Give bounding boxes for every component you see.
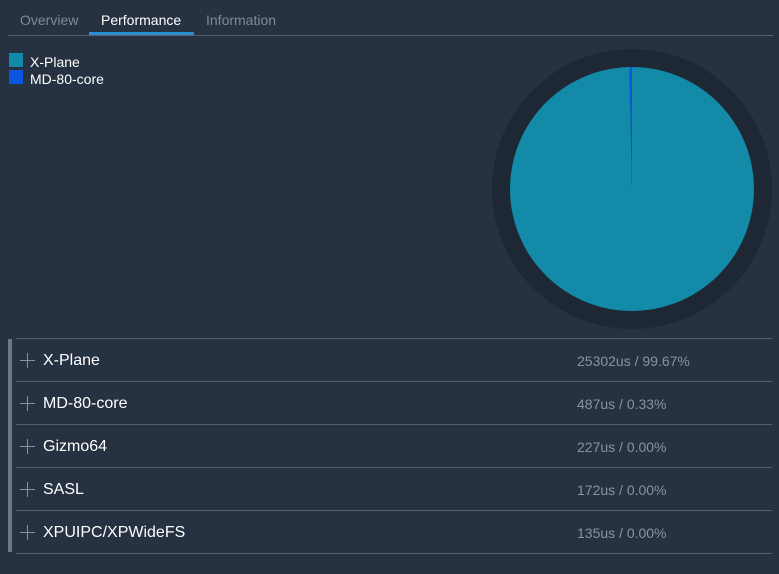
row-stat: 487us / 0.33%	[577, 396, 667, 412]
table-row[interactable]: X-Plane 25302us / 99.67%	[16, 338, 772, 381]
row-name: MD-80-core	[43, 395, 128, 412]
pie-chart	[492, 49, 772, 329]
row-name: X-Plane	[43, 352, 100, 369]
table-row[interactable]: MD-80-core 487us / 0.33%	[16, 381, 772, 424]
row-name: XPUIPC/XPWideFS	[43, 524, 186, 541]
table-row[interactable]: XPUIPC/XPWideFS 135us / 0.00%	[16, 510, 772, 554]
plus-icon[interactable]	[20, 396, 35, 411]
legend-label: MD-80-core	[30, 71, 104, 87]
plus-icon[interactable]	[20, 439, 35, 454]
table-row[interactable]: SASL 172us / 0.00%	[16, 467, 772, 510]
performance-table: X-Plane 25302us / 99.67% MD-80-core 487u…	[16, 338, 772, 554]
tab-overview[interactable]: Overview	[20, 12, 78, 28]
table-row[interactable]: Gizmo64 227us / 0.00%	[16, 424, 772, 467]
row-stat: 227us / 0.00%	[577, 439, 667, 455]
row-stat: 25302us / 99.67%	[577, 353, 690, 369]
table-scrollbar[interactable]	[8, 339, 12, 552]
row-stat: 172us / 0.00%	[577, 482, 667, 498]
legend-swatch-x-plane	[9, 53, 23, 67]
legend-label: X-Plane	[30, 54, 80, 70]
tab-information[interactable]: Information	[206, 12, 276, 28]
plus-icon[interactable]	[20, 525, 35, 540]
active-tab-indicator	[89, 32, 194, 35]
tab-bar: Overview Performance Information	[8, 0, 773, 36]
row-stat: 135us / 0.00%	[577, 525, 667, 541]
row-name: SASL	[43, 481, 84, 498]
tab-performance[interactable]: Performance	[101, 12, 181, 28]
pie-slices	[509, 67, 754, 311]
plus-icon[interactable]	[20, 353, 35, 368]
plus-icon[interactable]	[20, 482, 35, 497]
row-name: Gizmo64	[43, 438, 108, 455]
legend-swatch-md80-core	[9, 70, 23, 84]
